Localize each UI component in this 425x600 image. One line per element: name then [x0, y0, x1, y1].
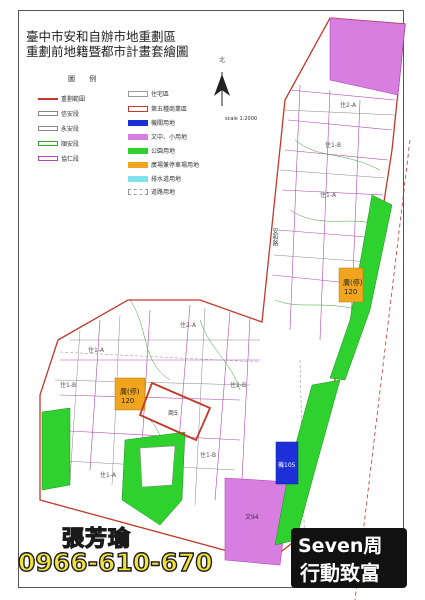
zone-label: 住1-A	[100, 472, 117, 479]
plaza-value-north: 120	[344, 288, 358, 296]
plaza-label-north: 廣(停)	[343, 279, 363, 287]
brand-line1: Seven周	[298, 535, 383, 557]
plaza-value-west: 120	[121, 397, 135, 405]
zone-label: 住2-A	[180, 322, 197, 329]
cadastral-map	[39, 17, 411, 600]
zone-label: 住1-B	[325, 142, 342, 149]
park-west	[41, 407, 71, 491]
park-interior-lot	[139, 445, 176, 488]
agent-phone[interactable]: 0966-610-670	[17, 547, 213, 577]
zone-label: 住1-A	[88, 347, 105, 354]
zone-label: 住1-B	[60, 382, 77, 389]
brand-line2: 行動致富	[300, 561, 380, 585]
zone-label: 住1-A	[320, 192, 337, 199]
zone-label: 住2-A	[340, 102, 357, 109]
plaza-label-west: 廣(停)	[120, 388, 140, 396]
school-label: 文94	[245, 514, 259, 521]
road-name-label: 安和路	[271, 228, 278, 246]
zone-label: 住2-B	[230, 382, 247, 389]
commercial-label: 商5	[168, 410, 178, 417]
agency-label: 機105	[278, 462, 296, 469]
zone-label: 住1-B	[200, 452, 217, 459]
